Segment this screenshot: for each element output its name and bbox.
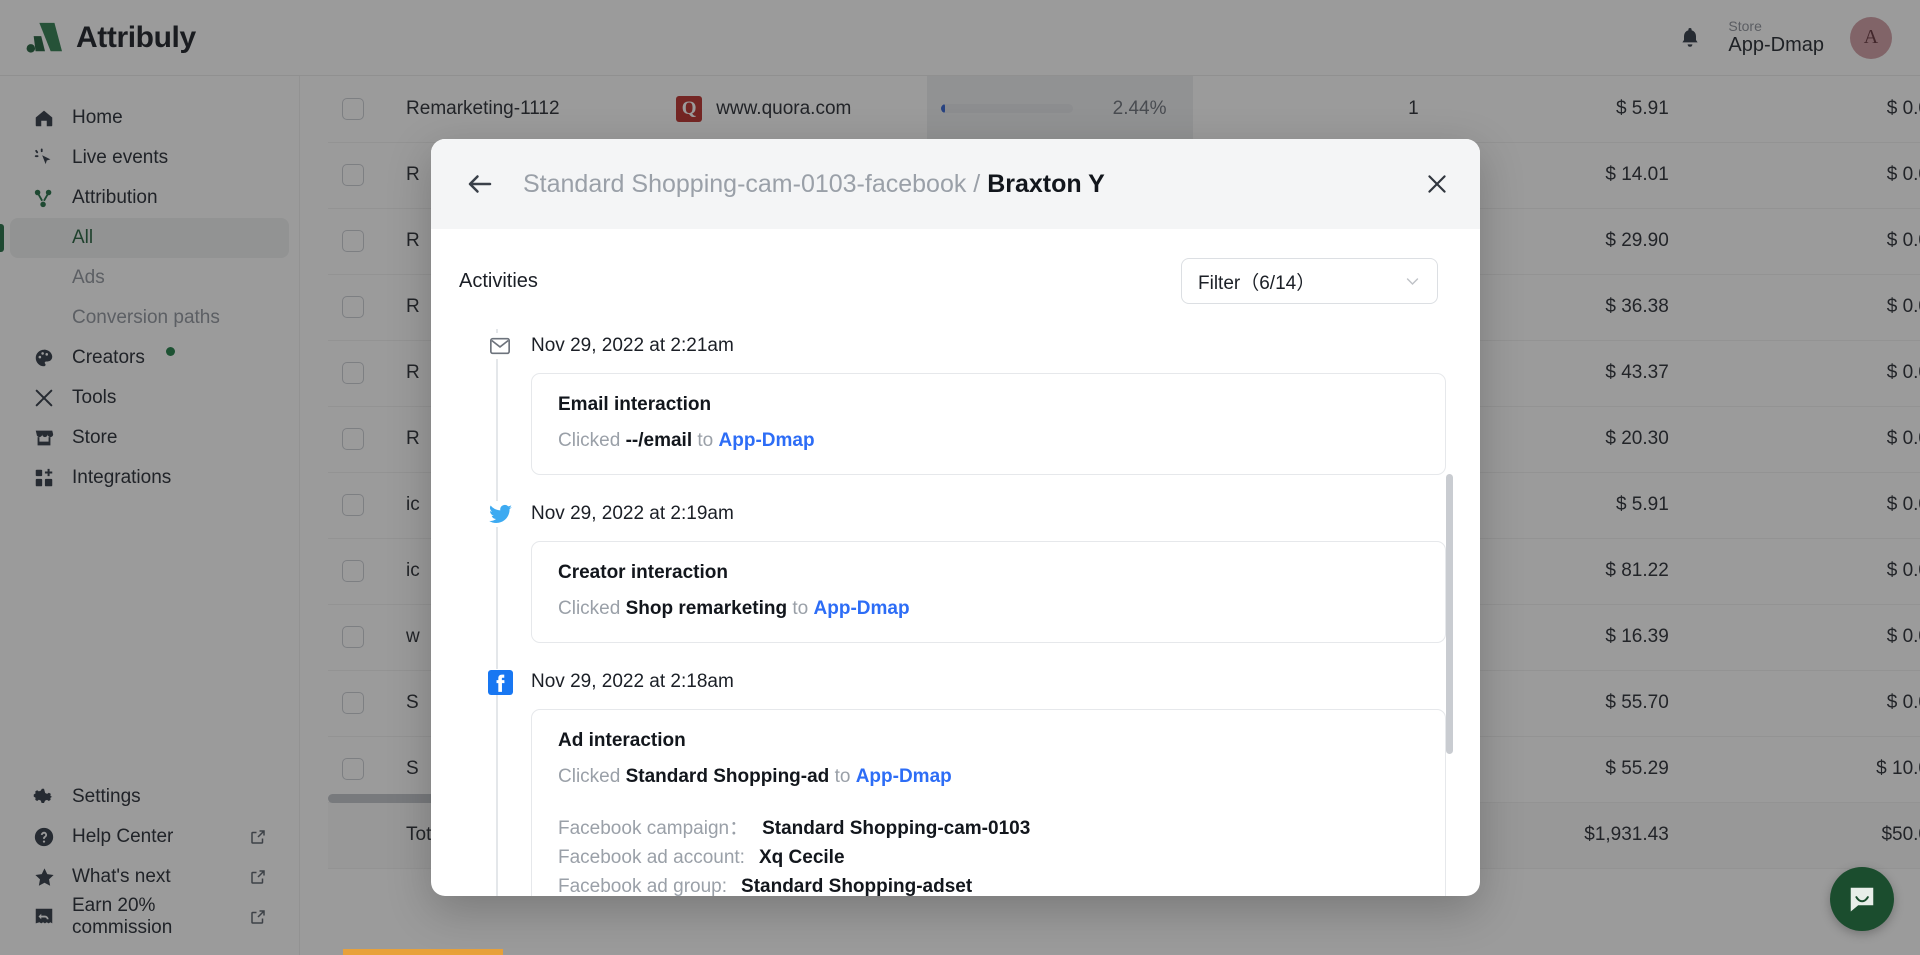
event-card: Creator interaction Clicked Shop remarket… [531,541,1446,643]
event-meta-key: Facebook campaign： [558,814,748,843]
event-description: Clicked Shop remarketing to App-Dmap [558,598,1419,620]
event-description: Clicked --/email to App-Dmap [558,430,1419,452]
chevron-down-icon [1404,273,1421,290]
event-heading: Email interaction [558,394,1419,416]
event-action-middle: to [692,430,718,451]
close-icon[interactable] [1424,171,1450,197]
event-timestamp: Nov 29, 2022 at 2:18am [531,671,734,693]
timeline-event: Nov 29, 2022 at 2:19am Creator interactio… [487,497,1446,643]
filter-select[interactable]: Filter（6/14） [1181,258,1438,304]
activity-timeline[interactable]: Nov 29, 2022 at 2:21am Email interaction C… [431,329,1480,896]
timeline-event: Nov 29, 2022 at 2:18am Ad interaction Clic… [487,665,1446,896]
timeline-inner: Nov 29, 2022 at 2:21am Email interaction C… [459,329,1446,896]
event-action-prefix: Clicked [558,598,626,619]
activity-detail-modal: Standard Shopping-cam-0103-facebook / Br… [431,139,1480,896]
filter-label: Filter（6/14） [1198,268,1315,295]
event-meta-key: Facebook ad group: [558,872,727,896]
chat-bubble-icon[interactable] [1830,867,1894,931]
event-meta-key: Facebook ad account: [558,843,745,872]
event-card: Email interaction Clicked --/email to App… [531,373,1446,475]
event-store-link[interactable]: App-Dmap [719,430,815,451]
event-description: Clicked Standard Shopping-ad to App-Dmap [558,766,1419,788]
event-timestamp: Nov 29, 2022 at 2:21am [531,335,734,357]
modal-title-name: Braxton Y [987,170,1105,198]
event-target: --/email [626,430,693,451]
twitter-icon [487,501,513,527]
event-timestamp: Nov 29, 2022 at 2:19am [531,503,734,525]
timeline-scrollbar[interactable] [1446,474,1453,754]
event-meta: Facebook campaign： Standard Shopping-cam-… [558,814,1419,896]
event-action-prefix: Clicked [558,430,626,451]
activities-toolbar: Activities Filter（6/14） [431,229,1480,304]
timeline-event-head: Nov 29, 2022 at 2:19am [487,497,1446,531]
event-heading: Ad interaction [558,730,1419,752]
event-action-middle: to [787,598,813,619]
timeline-event-head: Nov 29, 2022 at 2:18am [487,665,1446,699]
modal-body: Activities Filter（6/14） Nov 29, 2022 at … [431,229,1480,896]
modal-header: Standard Shopping-cam-0103-facebook / Br… [431,139,1480,229]
event-heading: Creator interaction [558,562,1419,584]
event-card: Ad interaction Clicked Standard Shopping-… [531,709,1446,896]
event-action-prefix: Clicked [558,766,626,787]
event-meta-value: Xq Cecile [759,843,845,872]
event-meta-value: Standard Shopping-adset [741,872,972,896]
event-meta-row: Facebook campaign： Standard Shopping-cam-… [558,814,1419,843]
facebook-icon [487,669,513,695]
email-icon [487,333,513,359]
timeline-event: Nov 29, 2022 at 2:21am Email interaction C… [487,329,1446,475]
event-store-link[interactable]: App-Dmap [856,766,952,787]
event-action-middle: to [829,766,855,787]
bottom-accent-bar [343,949,503,955]
event-meta-row: Facebook ad group: Standard Shopping-adse… [558,872,1419,896]
event-meta-value: Standard Shopping-cam-0103 [762,814,1030,843]
event-store-link[interactable]: App-Dmap [814,598,910,619]
activities-label: Activities [459,270,538,293]
modal-breadcrumb: Standard Shopping-cam-0103-facebook / [523,170,987,198]
modal-title: Standard Shopping-cam-0103-facebook / Br… [523,170,1105,199]
back-arrow-icon[interactable] [465,169,495,199]
event-meta-row: Facebook ad account: Xq Cecile [558,843,1419,872]
timeline-event-head: Nov 29, 2022 at 2:21am [487,329,1446,363]
event-target: Standard Shopping-ad [626,766,830,787]
event-target: Shop remarketing [626,598,788,619]
